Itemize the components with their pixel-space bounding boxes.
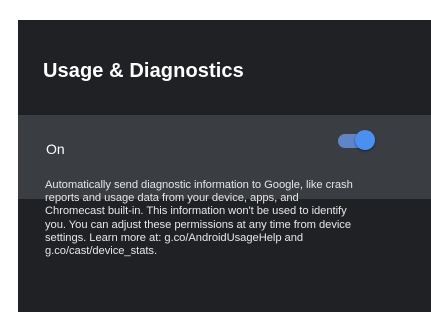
usage-diagnostics-description: Automatically send diagnostic informatio…	[45, 179, 353, 258]
page-title: Usage & Diagnostics	[43, 60, 244, 82]
toggle-thumb	[355, 130, 375, 150]
usage-diagnostics-toggle[interactable]	[336, 130, 376, 152]
usage-diagnostics-panel: Usage & Diagnostics On Automatically sen…	[18, 20, 431, 312]
setting-status-label: On	[46, 141, 65, 157]
